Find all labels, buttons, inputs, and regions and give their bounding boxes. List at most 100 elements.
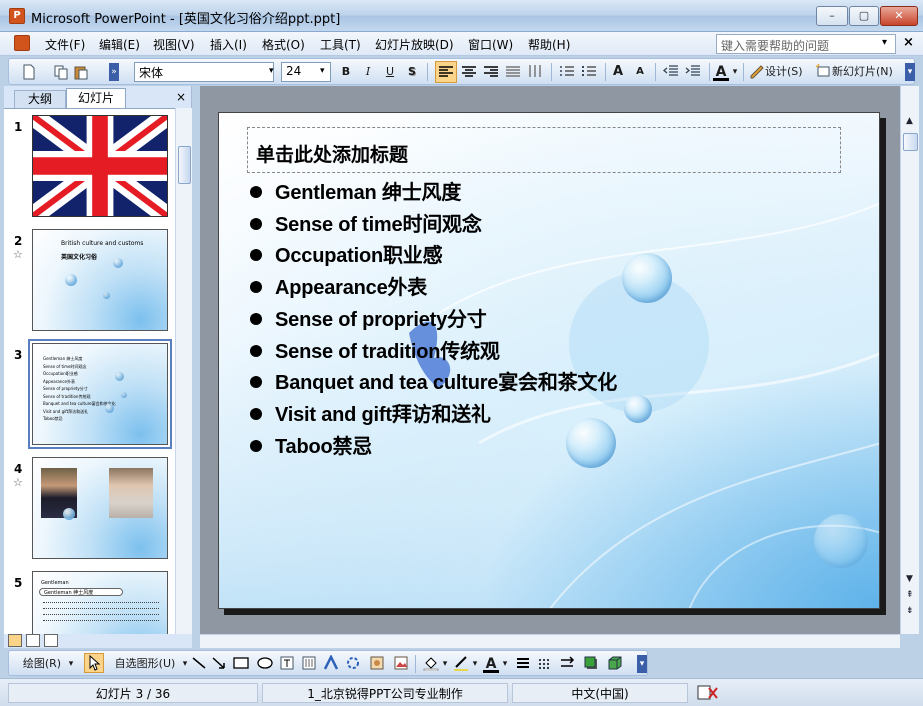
oval-tool-icon[interactable] xyxy=(257,655,273,671)
font-color-button[interactable]: A xyxy=(713,63,729,81)
draw-menu-dropdown-icon[interactable]: ▾ xyxy=(67,655,75,673)
menu-file[interactable]: 文件(F) xyxy=(45,36,85,53)
wordart-icon[interactable] xyxy=(323,655,339,671)
vertical-textbox-icon[interactable] xyxy=(301,655,317,671)
menu-edit[interactable]: 编辑(E) xyxy=(99,36,140,53)
numbering-icon[interactable] xyxy=(559,63,575,79)
menu-view[interactable]: 视图(V) xyxy=(153,36,195,53)
minimize-button[interactable]: – xyxy=(816,6,848,26)
justify-icon[interactable] xyxy=(505,63,521,79)
new-document-icon[interactable] xyxy=(21,64,37,80)
bullet-item[interactable]: Gentleman 绅士风度 xyxy=(275,176,461,205)
clip-art-icon[interactable] xyxy=(369,655,385,671)
font-color-dropdown-icon[interactable]: ▾ xyxy=(731,63,739,81)
document-icon[interactable] xyxy=(14,35,30,51)
spelling-status-icon[interactable] xyxy=(697,685,719,701)
shrink-font-button[interactable]: A xyxy=(631,63,649,81)
slideshow-view-button[interactable] xyxy=(44,634,58,647)
bullet-item[interactable]: Sense of propriety分寸 xyxy=(275,303,487,332)
select-pointer-button[interactable] xyxy=(84,653,104,673)
previous-slide-icon[interactable]: ⇞ xyxy=(906,590,914,600)
draw-font-color-dropdown-icon[interactable]: ▾ xyxy=(501,655,509,673)
toolbar-options-icon[interactable]: ▾ xyxy=(905,63,915,81)
scroll-down-icon[interactable]: ▼ xyxy=(906,574,913,584)
fill-color-dropdown-icon[interactable]: ▾ xyxy=(441,655,449,673)
align-left-button[interactable] xyxy=(435,61,457,83)
draw-font-color-button[interactable]: A xyxy=(483,655,499,673)
shadow-button[interactable]: S xyxy=(403,63,421,81)
draw-menu-button[interactable]: 绘图(R) xyxy=(17,655,67,673)
powerpoint-app-icon[interactable]: P xyxy=(9,8,25,24)
align-center-icon[interactable] xyxy=(461,63,477,79)
autoshapes-dropdown-icon[interactable]: ▾ xyxy=(181,655,189,673)
new-slide-button[interactable]: 新幻灯片(N) xyxy=(832,63,908,81)
autoshapes-menu-button[interactable]: 自选图形(U) xyxy=(107,655,183,673)
bullets-icon[interactable] xyxy=(581,63,597,79)
pane-close-button[interactable]: × xyxy=(176,90,186,104)
line-tool-icon[interactable] xyxy=(191,655,207,671)
textbox-tool-icon[interactable] xyxy=(279,655,295,671)
close-window-button[interactable]: ✕ xyxy=(880,6,918,26)
font-size-dropdown-icon[interactable]: ▾ xyxy=(320,66,325,76)
help-dropdown-icon[interactable]: ▾ xyxy=(882,37,887,48)
menu-tools[interactable]: 工具(T) xyxy=(320,36,361,53)
help-search-input[interactable]: 键入需要帮助的问题 xyxy=(716,34,896,54)
menu-slideshow[interactable]: 幻灯片放映(D) xyxy=(375,36,454,53)
menu-help[interactable]: 帮助(H) xyxy=(528,36,570,53)
slide-thumbnail-5[interactable]: Gentleman Gentleman 绅士风度 xyxy=(32,571,168,634)
paste-icon[interactable] xyxy=(73,64,89,80)
line-color-dropdown-icon[interactable]: ▾ xyxy=(471,655,479,673)
distribute-icon[interactable] xyxy=(527,63,543,79)
diagram-icon[interactable] xyxy=(345,655,361,671)
slide-thumbnail-3[interactable]: Gentleman 绅士风度 Sense of time时间观念 Occupatio… xyxy=(28,339,172,449)
design-button[interactable]: 设计(S) xyxy=(765,63,815,81)
grow-font-button[interactable]: A xyxy=(609,63,627,81)
tab-outline[interactable]: 大纲 xyxy=(14,90,66,108)
shadow-style-icon[interactable] xyxy=(583,655,599,671)
arrow-style-icon[interactable] xyxy=(559,655,575,671)
rectangle-tool-icon[interactable] xyxy=(233,655,249,671)
arrow-tool-icon[interactable] xyxy=(211,655,227,671)
toolbar-options-icon[interactable]: » xyxy=(109,63,119,81)
vertical-scroll-thumb[interactable] xyxy=(903,133,918,151)
slide-sorter-view-button[interactable] xyxy=(26,634,40,647)
line-style-icon[interactable] xyxy=(515,655,531,671)
slide-thumbnail-2[interactable]: British culture and customs 英国文化习俗 xyxy=(32,229,168,331)
thumbnail-scrollbar[interactable] xyxy=(175,108,192,634)
maximize-button[interactable]: ▢ xyxy=(849,6,879,26)
insert-picture-icon[interactable] xyxy=(393,655,409,671)
bullet-item[interactable]: Visit and gift拜访和送礼 xyxy=(275,398,491,427)
decrease-indent-icon[interactable] xyxy=(663,63,679,79)
slide-thumbnail-1[interactable] xyxy=(32,115,168,217)
copy-icon[interactable] xyxy=(53,64,69,80)
bold-button[interactable]: B xyxy=(337,63,355,81)
toolbar-options-icon[interactable]: ▾ xyxy=(637,655,647,673)
dash-style-icon[interactable] xyxy=(537,655,553,671)
tab-slides[interactable]: 幻灯片 xyxy=(66,88,126,108)
font-name-dropdown-icon[interactable]: ▾ xyxy=(269,66,274,76)
scroll-up-icon[interactable]: ▲ xyxy=(906,116,913,126)
italic-button[interactable]: I xyxy=(359,63,377,81)
fill-color-icon[interactable] xyxy=(423,655,439,671)
slide-vertical-scrollbar[interactable]: ▲ ▼ ⇞ ⇟ xyxy=(900,86,919,634)
bullet-item[interactable]: Banquet and tea culture宴会和茶文化 xyxy=(275,366,617,395)
line-color-icon[interactable] xyxy=(453,655,469,671)
menu-insert[interactable]: 插入(I) xyxy=(210,36,247,53)
next-slide-icon[interactable]: ⇟ xyxy=(906,606,914,616)
bullet-item[interactable]: Sense of tradition传统观 xyxy=(275,335,500,364)
normal-view-button[interactable] xyxy=(8,634,22,647)
bullet-item[interactable]: Occupation职业感 xyxy=(275,239,443,268)
title-placeholder-text[interactable]: 单击此处添加标题 xyxy=(256,140,408,167)
font-name-input[interactable]: 宋体 xyxy=(134,62,274,82)
slide-thumbnail-4[interactable] xyxy=(32,457,168,559)
bullet-item[interactable]: Taboo禁忌 xyxy=(275,430,372,459)
thumbnail-scroll-thumb[interactable] xyxy=(178,146,191,184)
align-right-icon[interactable] xyxy=(483,63,499,79)
3d-style-icon[interactable] xyxy=(607,655,623,671)
menu-format[interactable]: 格式(O) xyxy=(262,36,305,53)
menu-window[interactable]: 窗口(W) xyxy=(468,36,513,53)
bullet-item[interactable]: Sense of time时间观念 xyxy=(275,208,482,237)
bullet-item[interactable]: Appearance外表 xyxy=(275,271,427,300)
document-close-button[interactable]: × xyxy=(903,35,914,50)
slide-horizontal-scrollbar[interactable] xyxy=(200,634,900,648)
